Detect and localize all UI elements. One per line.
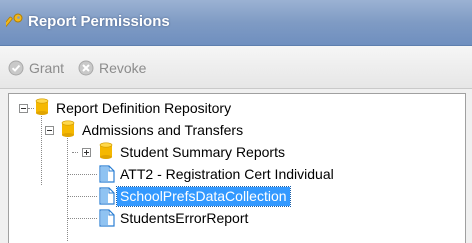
tree-node-att2-registration-cert-individual[interactable]: ATT2 - Registration Cert Individual: [117, 163, 337, 185]
collapse-toggle[interactable]: [45, 126, 54, 135]
x-circle-icon: [78, 60, 94, 76]
tree-node-admissions-and-transfers[interactable]: Admissions and Transfers: [79, 119, 246, 141]
tree-connector: [67, 196, 97, 197]
window-title: Report Permissions: [28, 13, 170, 30]
database-icon: [99, 142, 113, 159]
grant-button[interactable]: Grant: [8, 59, 64, 77]
tree-connector: [41, 113, 42, 185]
tree-connector: [67, 135, 68, 241]
expand-toggle[interactable]: [82, 148, 91, 157]
revoke-label: Revoke: [99, 60, 147, 76]
database-icon: [61, 120, 75, 137]
title-bar: Report Permissions: [0, 0, 472, 46]
tree-connector: [28, 108, 34, 109]
revoke-button[interactable]: Revoke: [78, 59, 146, 77]
collapse-toggle[interactable]: [19, 104, 28, 113]
report-file-icon: [99, 165, 115, 183]
toolbar: Grant Revoke: [0, 46, 472, 89]
tree-connector: [67, 174, 97, 175]
tree-node-student-summary-reports[interactable]: Student Summary Reports: [117, 141, 288, 163]
report-file-icon: [99, 209, 115, 227]
tree-node-report-definition-repository[interactable]: Report Definition Repository: [53, 97, 234, 119]
tree-connector: [67, 218, 97, 219]
tree-connector: [72, 152, 78, 153]
tree-node-schoolprefsdatacollection[interactable]: SchoolPrefsDataCollection: [116, 185, 291, 207]
check-circle-icon: [8, 60, 24, 76]
database-icon: [35, 98, 49, 115]
tree-node-studentserrorreport[interactable]: StudentsErrorReport: [117, 207, 251, 229]
key-icon: [6, 13, 23, 28]
report-file-icon: [99, 187, 115, 205]
report-tree[interactable]: Report Definition Repository Admissions …: [8, 93, 466, 243]
grant-label: Grant: [29, 60, 65, 76]
